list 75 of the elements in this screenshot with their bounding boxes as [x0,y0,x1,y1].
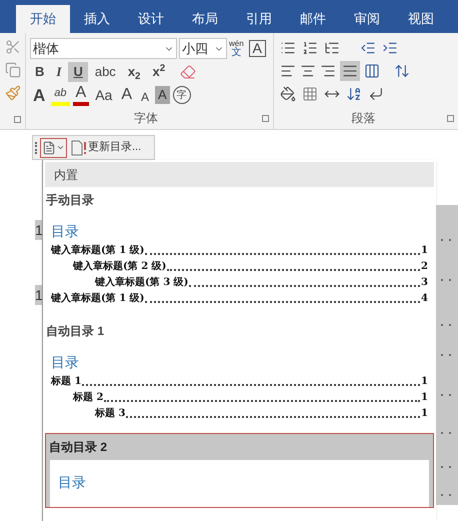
format-button[interactable]: x$^{2}$ [147,62,170,82]
ribbon-tab[interactable]: 设计 [124,5,178,33]
numbered-list-icon[interactable] [302,40,318,56]
ribbon-tab[interactable]: 布局 [178,5,232,33]
toc-heading: 目录 [58,473,87,492]
update-toc-button[interactable] [70,140,88,156]
line-spacing-icon[interactable] [394,63,410,79]
char-shading-button[interactable]: A [155,86,170,104]
update-toc-label: 更新目录... [88,140,142,156]
toc-heading: 目录 [51,222,80,241]
ribbon-tab[interactable]: 审阅 [340,5,394,33]
align-center-icon[interactable] [300,63,316,79]
toc-menu-button[interactable] [40,138,67,158]
justify-icon [342,63,358,79]
show-marks-icon[interactable] [368,86,384,102]
decrease-indent-icon[interactable] [360,40,376,56]
document-text: 1 [35,220,42,240]
toc-entry: 键入章标题(第 1 级) 4 [51,292,428,306]
dialog-launcher-icon[interactable] [14,116,21,123]
highlight-button[interactable]: ab [51,84,70,106]
format-button[interactable]: B [30,62,50,82]
document-icon [42,140,56,154]
cut-icon[interactable] [4,39,20,55]
shrink-font-button[interactable]: A [138,84,152,106]
align-right-icon[interactable] [320,63,336,79]
multilevel-list-icon[interactable] [324,40,340,56]
eraser-icon[interactable] [180,64,196,80]
increase-indent-icon[interactable] [382,40,398,56]
format-painter-icon[interactable] [4,85,20,101]
change-case-button[interactable]: Aa [92,84,116,106]
toc-gallery-item[interactable]: 自动目录 1 目录 标题 1 1 标题 2 1 标题 3 1 [43,318,436,433]
group-label: 字体 [134,110,158,127]
enclose-char-button[interactable]: 字 [172,86,191,104]
ribbon-tab[interactable]: 邮件 [286,5,340,33]
update-document-icon [70,140,88,156]
format-button[interactable]: I [51,62,66,82]
toc-entry: 键入章标题(第 1 级) 1 [51,244,428,258]
document-text: 1 [35,285,42,305]
dialog-launcher-icon[interactable] [262,114,269,122]
toc-gallery-item[interactable]: 手动目录 目录 键入章标题(第 1 级) 1 键入章标题(第 2 级) 2 键入章标题(第 3 级) 3 键入章标题(第 1 级) 4 [43,187,436,318]
toc-heading: 目录 [51,353,80,372]
dialog-launcher-icon[interactable] [447,114,454,122]
font-name-field[interactable]: 楷体 [30,38,177,59]
ribbon-tab[interactable]: 插入 [70,5,124,33]
phonetic-guide-button[interactable]: wén 文 [229,40,244,58]
toc-entry: 键入章标题(第 3 级) 3 [94,276,428,290]
ribbon-tab[interactable]: 视图 [394,5,448,33]
toc-entry: 标题 1 1 [51,375,428,389]
gallery-section-header: 内置 [45,162,434,187]
toc-gallery-item[interactable]: 自动目录 2 目录 [45,433,434,508]
caret-icon [56,143,65,152]
group-label: 段落 [352,110,376,127]
text-effects-button[interactable]: A [30,84,48,106]
justify-button[interactable] [340,61,360,81]
ribbon-tab[interactable]: 开始 [16,5,70,33]
gallery-item-title: 手动目录 [45,192,95,209]
format-button[interactable]: abc [90,62,121,82]
sort-icon[interactable] [346,86,362,102]
borders-icon[interactable] [302,86,318,102]
shading-icon[interactable] [280,86,296,102]
char-border-button[interactable]: A [248,40,266,57]
toc-entry: 标题 2 1 [72,391,428,405]
toc-entry: 键入章标题(第 2 级) 2 [72,260,428,274]
font-size-field[interactable]: 小四 [179,38,227,59]
format-button[interactable]: x$_{2}$ [122,62,146,82]
copy-icon[interactable] [4,62,20,78]
align-left-icon[interactable] [280,63,296,79]
grow-font-button[interactable]: A [118,84,135,106]
gallery-item-title: 自动目录 2 [48,439,108,456]
toc-entry: 标题 3 1 [94,407,428,421]
gallery-item-title: 自动目录 1 [45,323,106,340]
ribbon-tab[interactable]: 引用 [232,5,286,33]
font-color-button[interactable]: A [72,84,90,106]
format-button[interactable]: U [68,62,88,82]
distributed-icon[interactable] [364,63,380,79]
